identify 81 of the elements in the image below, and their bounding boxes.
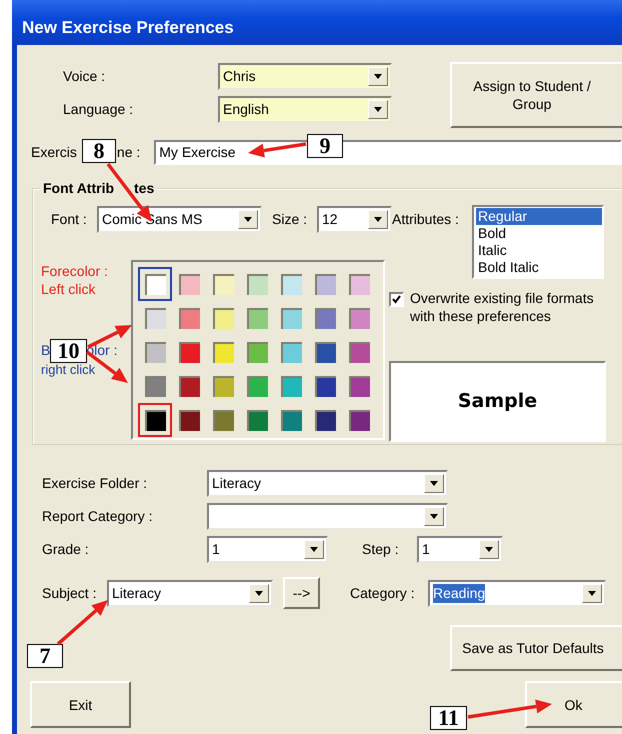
field-label: Exercise Folder : xyxy=(42,474,148,493)
report-category-dropdown[interactable] xyxy=(207,503,448,530)
ok-button[interactable]: Ok xyxy=(525,681,622,728)
attributes-list[interactable]: Regular Bold Italic Bold Italic xyxy=(472,205,604,279)
step-dropdown[interactable]: 1 xyxy=(417,536,503,563)
dropdown-arrow-button[interactable] xyxy=(368,210,388,228)
dropdown-arrow-button[interactable] xyxy=(238,210,258,228)
exercise-folder-dropdown[interactable]: Literacy xyxy=(207,470,448,497)
group-title: tes xyxy=(134,179,154,198)
field-label: Category : xyxy=(350,584,416,603)
backcolor-label: B xyxy=(41,341,50,359)
caret-icon xyxy=(588,590,596,596)
callout-number: 7 xyxy=(27,644,63,668)
dropdown-arrow-button[interactable] xyxy=(582,584,602,602)
checkbox-label: Overwrite existing file formats with these preferences xyxy=(410,289,595,325)
caret-icon xyxy=(430,514,438,519)
dropdown-arrow-button[interactable] xyxy=(368,66,388,86)
list-item[interactable]: Bold xyxy=(476,225,602,242)
caret-icon xyxy=(374,74,382,78)
field-label: Language : xyxy=(63,100,134,119)
voice-dropdown[interactable]: Chris xyxy=(218,62,392,90)
forecolor-label: Left click xyxy=(41,280,96,298)
next-button[interactable]: --> xyxy=(283,577,320,609)
callout-arrow xyxy=(56,600,108,646)
forecolor-label: Forecolor : xyxy=(41,262,109,280)
field-value: My Exercise xyxy=(159,143,236,162)
combo-value: Chris xyxy=(223,66,256,86)
callout-number: 9 xyxy=(307,134,343,158)
list-item[interactable]: Bold Italic xyxy=(476,259,602,276)
callout-number: 11 xyxy=(430,706,467,730)
caret-icon xyxy=(485,547,493,552)
field-label: ne : xyxy=(116,143,140,162)
color-swatch[interactable] xyxy=(138,403,172,437)
combo-value: 1 xyxy=(422,540,430,559)
category-dropdown[interactable]: Reading xyxy=(428,580,606,606)
field-label: Size : xyxy=(272,210,308,228)
caret-icon xyxy=(244,216,252,222)
checkmark-icon xyxy=(392,295,401,304)
list-item[interactable]: Italic xyxy=(476,242,602,259)
combo-value: 1 xyxy=(212,540,220,559)
dropdown-arrow-button[interactable] xyxy=(368,100,388,118)
grade-dropdown[interactable]: 1 xyxy=(207,536,328,563)
field-label: Grade : xyxy=(42,540,90,559)
callout-number: 8 xyxy=(82,139,116,163)
combo-value: 12 xyxy=(322,210,338,228)
subject-dropdown[interactable]: Literacy xyxy=(107,580,273,606)
checkbox[interactable] xyxy=(389,292,404,307)
field-label: Font : xyxy=(51,210,88,228)
combo-value: Literacy xyxy=(112,584,162,602)
caret-icon xyxy=(374,216,382,222)
list-item[interactable]: Regular xyxy=(476,208,602,225)
caret-icon xyxy=(255,590,263,596)
window-title: New Exercise Preferences xyxy=(22,16,234,38)
color-swatch[interactable] xyxy=(138,267,172,301)
field-label: Step : xyxy=(362,540,400,559)
group-title: Font Attrib xyxy=(43,179,114,198)
dropdown-arrow-button[interactable] xyxy=(424,507,444,526)
combo-value: Literacy xyxy=(212,474,262,493)
backcolor-label: right click xyxy=(41,362,96,378)
field-label: Report Category : xyxy=(42,507,154,526)
caret-icon xyxy=(430,481,438,486)
dropdown-arrow-button[interactable] xyxy=(424,474,444,493)
caret-icon xyxy=(310,547,318,552)
assign-button[interactable]: Assign to Student / Group xyxy=(450,62,622,128)
dropdown-arrow-button[interactable] xyxy=(479,540,499,559)
save-defaults-button[interactable]: Save as Tutor Defaults xyxy=(450,625,622,671)
dropdown-arrow-button[interactable] xyxy=(249,584,269,602)
language-dropdown[interactable]: English xyxy=(218,96,392,122)
callout-arrow xyxy=(248,142,306,158)
field-label: Subject : xyxy=(42,584,98,603)
callout-number: 10 xyxy=(50,339,87,363)
combo-value: Reading xyxy=(433,584,486,602)
combo-value: English xyxy=(223,100,269,118)
sample-text: Sample xyxy=(458,389,538,414)
field-label: Voice : xyxy=(63,66,106,86)
field-label: Attributes : xyxy=(392,210,460,229)
dropdown-arrow-button[interactable] xyxy=(304,540,324,559)
size-dropdown[interactable]: 12 xyxy=(317,206,392,232)
field-label: Exercis xyxy=(31,143,77,162)
caret-icon xyxy=(374,106,382,112)
exit-button[interactable]: Exit xyxy=(30,681,131,728)
